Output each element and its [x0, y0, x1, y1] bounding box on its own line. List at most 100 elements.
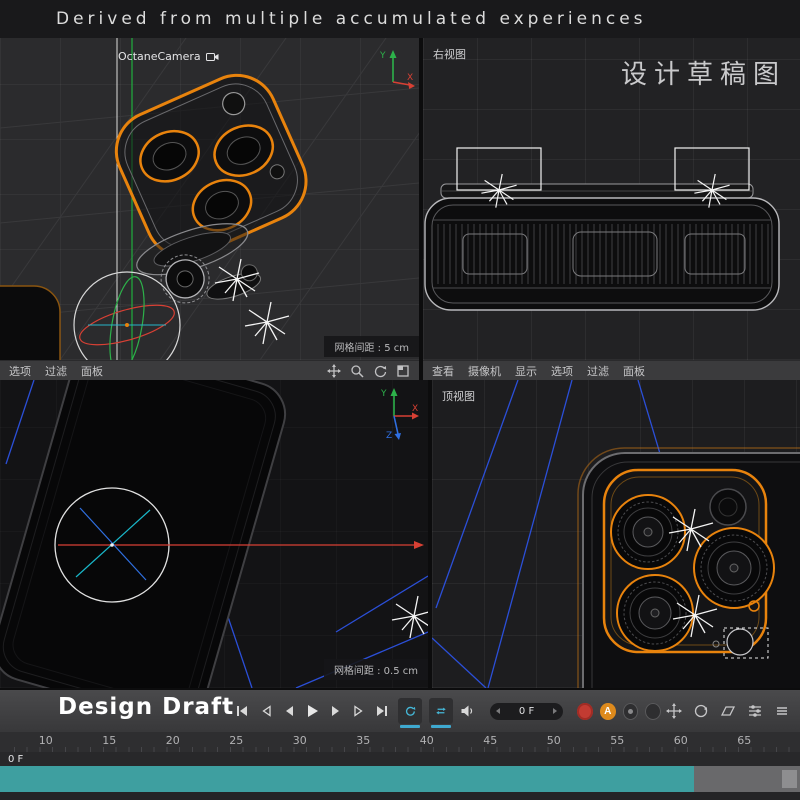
ruler-tick: 40 — [395, 732, 459, 752]
ruler-tick: 15 — [78, 732, 142, 752]
sliders-button[interactable] — [747, 703, 763, 719]
frame-decrement-arrow[interactable] — [496, 708, 500, 714]
ruler-tick: 65 — [713, 732, 777, 752]
camera-lens-large — [617, 575, 693, 651]
rotate-view-icon[interactable] — [373, 364, 387, 378]
ruler-tick: 45 — [459, 732, 523, 752]
ruler-tick: 30 — [268, 732, 332, 752]
rotation-gizmo[interactable] — [74, 272, 180, 360]
axis-gizmo[interactable]: Y X Z — [380, 388, 419, 441]
viewport-name-label: 右视图 — [433, 46, 466, 62]
workplane-icon — [720, 703, 736, 719]
gizmo-move-icon — [666, 703, 682, 719]
next-frame-button[interactable] — [326, 700, 346, 722]
options-menu-button[interactable] — [774, 703, 790, 719]
viewport-name-label: 顶视图 — [442, 388, 475, 404]
toolbar-right-icons — [666, 703, 800, 719]
range-icon — [435, 704, 447, 718]
timeline-start-value[interactable]: 0 F — [8, 754, 23, 765]
viewport-menu-right: 查看 摄像机 显示 选项 过滤 面板 — [423, 360, 800, 380]
gizmo-move-button[interactable] — [666, 703, 682, 719]
svg-text:Z: Z — [386, 431, 392, 441]
sketch-sparkle — [392, 596, 428, 638]
front-canvas[interactable]: Y X Z — [0, 380, 428, 688]
timeline-scrollbar-handle[interactable] — [0, 766, 694, 792]
timeline-ruler[interactable]: 10 15 20 25 30 35 40 45 50 55 60 65 — [0, 732, 800, 752]
menu-filter[interactable]: 过滤 — [587, 363, 609, 379]
svg-text:X: X — [407, 73, 413, 83]
play-button[interactable] — [302, 700, 322, 722]
lidar-circle — [727, 629, 753, 655]
sliders-icon — [747, 703, 763, 719]
phone-body-model — [0, 380, 293, 688]
menu-options[interactable]: 选项 — [9, 363, 31, 379]
pan-icon[interactable] — [327, 364, 341, 378]
ruler-tick: 20 — [141, 732, 205, 752]
goto-start-button[interactable] — [232, 700, 252, 722]
ruler-tick: 35 — [332, 732, 396, 752]
menu-icon — [774, 703, 790, 719]
grid-spacing-readout: 网格间距 : 0.5 cm — [324, 659, 428, 680]
top-banner: Derived from multiple accumulated experi… — [0, 0, 800, 38]
maximize-view-icon[interactable] — [396, 364, 410, 378]
case-corner-wireframe — [0, 286, 60, 360]
svg-text:Y: Y — [379, 51, 386, 61]
viewport-perspective[interactable]: Y X OctaneCamera 网格间距 : 5 cm — [0, 38, 419, 360]
timeline-start-row: 0 F — [0, 752, 800, 766]
frame-value: 0 F — [519, 706, 534, 717]
camera-name-label[interactable]: OctaneCamera — [118, 50, 219, 63]
viewport-right-view[interactable]: 右视图 设计草稿图 — [423, 38, 800, 360]
speaker-icon — [460, 704, 475, 718]
record-dot — [628, 709, 633, 714]
menu-panel[interactable]: 面板 — [81, 363, 103, 379]
play-range-toggle[interactable] — [429, 698, 453, 724]
viewport-nav-icons — [327, 364, 410, 378]
sound-toggle-button[interactable] — [458, 700, 478, 722]
case-side-wireframe — [425, 184, 779, 310]
prev-frame-button[interactable] — [279, 700, 299, 722]
goto-end-button[interactable] — [372, 700, 392, 722]
menu-panel[interactable]: 面板 — [623, 363, 645, 379]
frame-increment-arrow[interactable] — [553, 708, 557, 714]
gizmo-rotate-icon — [693, 703, 709, 719]
autokey-button[interactable]: A — [600, 703, 616, 720]
flash-circle — [710, 489, 746, 525]
banner-title: Derived from multiple accumulated experi… — [56, 9, 647, 29]
next-key-button[interactable] — [349, 700, 369, 722]
menu-filter[interactable]: 过滤 — [45, 363, 67, 379]
application-window: Derived from multiple accumulated experi… — [0, 0, 800, 800]
sketch-sparkle — [245, 302, 289, 344]
grid-spacing-readout: 网格间距 : 5 cm — [324, 336, 419, 357]
menu-view[interactable]: 查看 — [432, 363, 454, 379]
overlay-title: 设计草稿图 — [621, 54, 786, 91]
camera-lens-large — [694, 528, 774, 608]
menu-camera[interactable]: 摄像机 — [468, 363, 501, 379]
current-frame-field[interactable]: 0 F — [490, 703, 563, 720]
ruler-tick: 55 — [586, 732, 650, 752]
ruler-tick: 25 — [205, 732, 269, 752]
axis-gizmo[interactable]: Y X — [379, 50, 415, 89]
viewport-menu-left: 选项 过滤 面板 — [0, 360, 419, 380]
record-keyframe-button[interactable] — [577, 703, 593, 720]
workplane-button[interactable] — [720, 703, 736, 719]
bottom-edge — [0, 792, 800, 800]
timeline-scrollbar[interactable] — [0, 766, 800, 792]
loop-icon — [404, 704, 416, 718]
svg-text:Y: Y — [380, 389, 387, 399]
viewport-top-view[interactable]: 顶视图 — [432, 380, 800, 688]
prev-key-button[interactable] — [255, 700, 275, 722]
menu-display[interactable]: 显示 — [515, 363, 537, 379]
menu-options[interactable]: 选项 — [551, 363, 573, 379]
top-view-canvas[interactable] — [432, 380, 800, 688]
record-position-toggle[interactable] — [623, 703, 639, 720]
zoom-icon[interactable] — [350, 364, 364, 378]
timeline-scrollbar-button[interactable] — [782, 770, 797, 788]
loop-playback-toggle[interactable] — [398, 698, 422, 724]
ruler-tick: 50 — [522, 732, 586, 752]
gizmo-rotate-button[interactable] — [693, 703, 709, 719]
camera-icon — [206, 52, 219, 62]
viewport-front[interactable]: Y X Z 网格间距 : 0.5 cm — [0, 380, 428, 688]
record-rotation-toggle[interactable] — [645, 703, 661, 720]
perspective-canvas[interactable]: Y X — [0, 38, 419, 360]
ruler-tick: 60 — [649, 732, 713, 752]
